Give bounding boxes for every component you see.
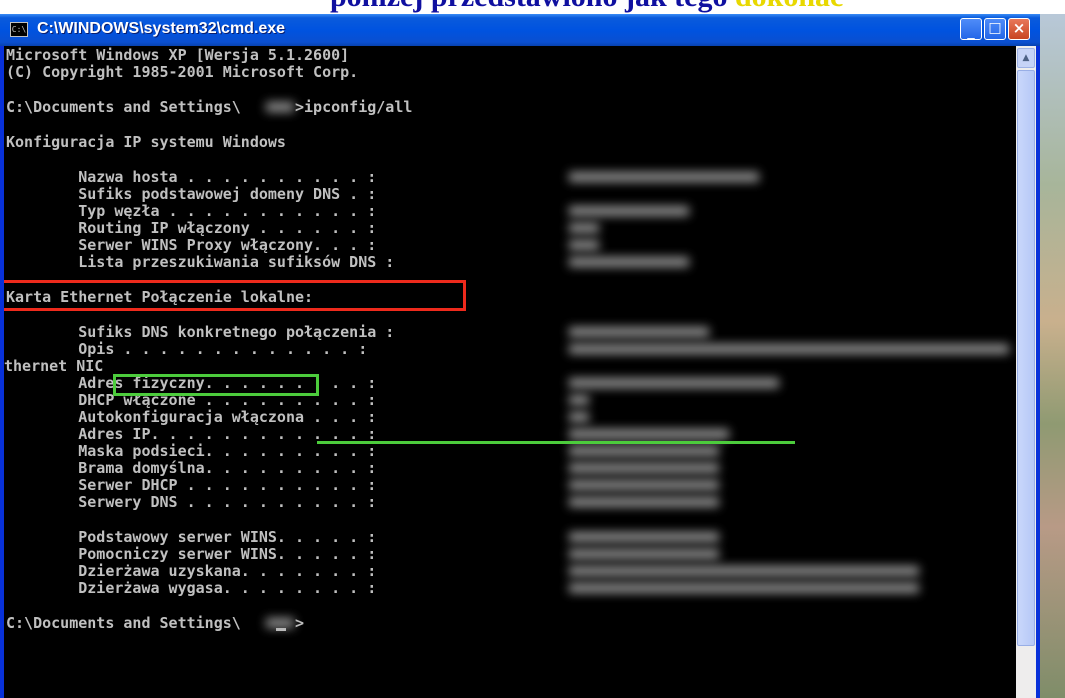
redacted-value <box>569 566 919 576</box>
console-line: Sufiks DNS konkretnego połączenia : <box>6 323 395 341</box>
redacted-value <box>569 395 589 405</box>
minimize-button[interactable]: _ <box>960 18 982 40</box>
caption-text-before: poniżej przedstawiono jak tego <box>330 0 735 13</box>
console-line: Routing IP włączony . . . . . . : <box>6 219 377 237</box>
caption-text: poniżej przedstawiono jak tego dokonać <box>330 0 843 14</box>
page-caption: poniżej przedstawiono jak tego dokonać <box>0 0 1065 14</box>
redacted-value <box>569 463 719 473</box>
console-line: Autokonfiguracja włączona . . . : <box>6 408 377 426</box>
redacted-value <box>569 172 759 182</box>
redacted-value <box>569 429 729 439</box>
console-icon[interactable]: C:\ <box>10 22 28 37</box>
text-cursor <box>276 628 286 631</box>
console-line: Serwer WINS Proxy włączony. . . : <box>6 236 377 254</box>
console-line: Serwery DNS . . . . . . . . . . : <box>6 493 377 511</box>
redacted-value <box>569 532 719 542</box>
console-line: Opis . . . . . . . . . . . . . : <box>6 340 368 358</box>
console-line: Nazwa hosta . . . . . . . . . . : <box>6 168 377 186</box>
redacted-value <box>569 240 599 250</box>
highlight-mac-label <box>113 374 319 396</box>
console-line: Dzierżawa wygasa. . . . . . . . : <box>6 579 377 597</box>
console-line: Pomocniczy serwer WINS. . . . . : <box>6 545 377 563</box>
console-line: C:\Documents and Settings\ >ipconfig/all <box>6 98 413 116</box>
vertical-scrollbar[interactable]: ▲ <box>1016 46 1036 698</box>
underline-mac-value <box>317 441 795 444</box>
console-line: Microsoft Windows XP [Wersja 5.1.2600] <box>6 46 350 64</box>
redacted-value <box>569 223 599 233</box>
console-line: thernet NIC <box>4 357 104 375</box>
maximize-button[interactable]: □ <box>984 18 1006 40</box>
title-bar[interactable]: C:\ C:\WINDOWS\system32\cmd.exe _ □ × <box>0 14 1040 46</box>
console-line: Konfiguracja IP systemu Windows <box>6 133 286 151</box>
redacted-value <box>569 583 919 593</box>
console-line: Serwer DHCP . . . . . . . . . . : <box>6 476 377 494</box>
redacted-value <box>569 446 719 456</box>
console-line: Brama domyślna. . . . . . . . . : <box>6 459 377 477</box>
console-prompt: C:\Documents and Settings\ > <box>6 614 305 632</box>
cmd-window[interactable]: C:\ C:\WINDOWS\system32\cmd.exe _ □ × Mi… <box>0 14 1040 698</box>
redacted-username <box>266 102 294 112</box>
console-line: Maska podsieci. . . . . . . . . : <box>6 442 377 460</box>
redacted-value <box>569 257 689 267</box>
redacted-value <box>569 344 1009 354</box>
console-line: Dzierżawa uzyskana. . . . . . . : <box>6 562 377 580</box>
console-line: Typ węzła . . . . . . . . . . . : <box>6 202 377 220</box>
window-title: C:\WINDOWS\system32\cmd.exe <box>37 20 286 37</box>
console-line: Podstawowy serwer WINS. . . . . : <box>6 528 377 546</box>
scroll-thumb[interactable] <box>1017 70 1035 646</box>
console-line: (C) Copyright 1985-2001 Microsoft Corp. <box>6 63 359 81</box>
console-line: Lista przeszukiwania sufiksów DNS : <box>6 253 395 271</box>
redacted-value <box>569 327 709 337</box>
redacted-value <box>569 378 779 388</box>
redacted-value <box>569 412 589 422</box>
highlight-ethernet-section <box>4 280 466 311</box>
console-line: Adres IP. . . . . . . . . . . . : <box>6 425 377 443</box>
console-line: Sufiks podstawowej domeny DNS . : <box>6 185 377 203</box>
redacted-value <box>569 549 719 559</box>
redacted-value <box>569 480 719 490</box>
caption-highlight: dokonać <box>735 0 843 13</box>
redacted-value <box>569 206 689 216</box>
close-button[interactable]: × <box>1008 18 1030 40</box>
redacted-username <box>266 618 294 628</box>
console-output[interactable]: Microsoft Windows XP [Wersja 5.1.2600] (… <box>4 46 1016 698</box>
desktop-background <box>1040 14 1065 698</box>
scroll-up-arrow-icon[interactable]: ▲ <box>1017 48 1035 68</box>
redacted-value <box>569 497 719 507</box>
